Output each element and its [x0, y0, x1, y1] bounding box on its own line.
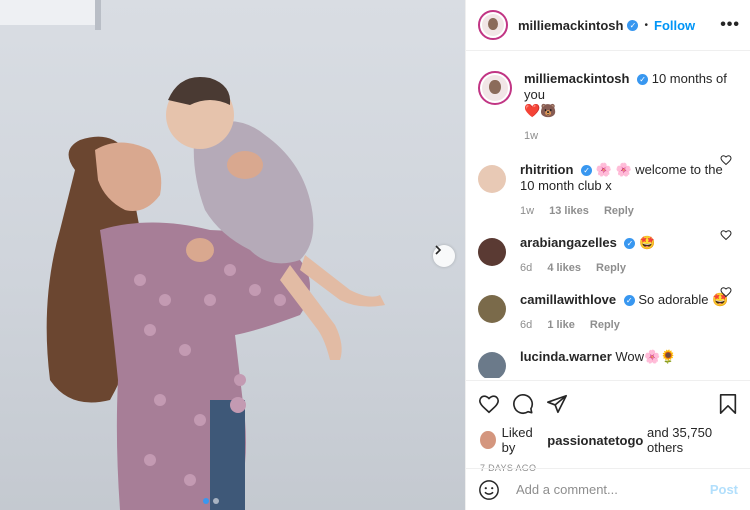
like-heart-icon[interactable] [478, 393, 500, 415]
comment-text: Wow🌸🌻 [615, 349, 677, 364]
comment-icon[interactable] [512, 393, 534, 415]
comment-username[interactable]: rhitrition [520, 162, 573, 177]
reply-button[interactable]: Reply [590, 319, 620, 331]
reply-button[interactable]: Reply [596, 262, 626, 274]
verified-badge-icon: ✓ [581, 165, 593, 177]
follow-button[interactable]: Follow [654, 18, 695, 33]
heart-icon[interactable] [720, 229, 732, 241]
verified-badge-icon: ✓ [637, 74, 649, 86]
avatar[interactable] [478, 10, 508, 40]
verified-badge-icon: ✓ [627, 19, 639, 31]
avatar[interactable] [480, 431, 496, 449]
avatar[interactable] [478, 295, 506, 323]
carousel-dot [213, 498, 219, 504]
next-photo-button[interactable] [433, 245, 455, 267]
comment-time: 6d [520, 319, 533, 331]
comment-item: camillawithlove ✓ So adorable 🤩 6d 1 lik… [466, 276, 750, 333]
caption-emoji: ❤️🐻 [524, 103, 557, 118]
comment-item: arabiangazelles ✓ 🤩 6d 4 likes Reply [466, 219, 750, 276]
photo-illustration [0, 0, 385, 510]
comments-list[interactable]: milliemackintosh ✓ 10 months of you ❤️🐻 … [466, 51, 750, 378]
reply-button[interactable]: Reply [604, 205, 634, 217]
caption-username[interactable]: milliemackintosh [524, 71, 629, 86]
likes-summary: Liked by passionatetogo and 35,750 other… [466, 417, 750, 455]
comment-time: 6d [520, 262, 533, 274]
comment-item: rhitrition ✓ 🌸 🌸 welcome to the 10 month… [466, 144, 750, 219]
avatar[interactable] [478, 71, 512, 105]
likes-user[interactable]: passionatetogo [547, 433, 643, 448]
likes-suffix[interactable]: and 35,750 others [647, 425, 738, 455]
header-username[interactable]: milliemackintosh [518, 18, 623, 33]
carousel-indicator [203, 498, 219, 504]
comment-text: 🤩 [639, 235, 656, 250]
post-button[interactable]: Post [710, 482, 738, 497]
more-options-icon[interactable]: ••• [720, 16, 740, 34]
post-header: milliemackintosh ✓ • Follow ••• [466, 0, 750, 51]
post-sidebar: milliemackintosh ✓ • Follow ••• milliema… [465, 0, 750, 510]
verified-badge-icon: ✓ [624, 238, 636, 250]
bookmark-icon[interactable] [718, 393, 738, 415]
comment-likes[interactable]: 4 likes [547, 262, 581, 274]
comment-text: So adorable 🤩 [638, 292, 729, 307]
avatar[interactable] [478, 352, 506, 378]
carousel-dot [203, 498, 209, 504]
avatar[interactable] [478, 165, 506, 193]
add-comment-bar: Post [466, 468, 750, 510]
comment-username[interactable]: camillawithlove [520, 292, 616, 307]
likes-prefix: Liked by [501, 425, 533, 455]
comment-likes[interactable]: 13 likes [549, 205, 589, 217]
heart-icon[interactable] [720, 286, 732, 298]
post-actions: Liked by passionatetogo and 35,750 other… [466, 380, 750, 473]
caption: milliemackintosh ✓ 10 months of you ❤️🐻 … [466, 51, 750, 144]
comment-input[interactable] [514, 481, 710, 498]
comment-item: lucinda.warner Wow🌸🌻 [466, 333, 750, 378]
heart-icon[interactable] [720, 154, 732, 166]
verified-badge-icon: ✓ [623, 295, 635, 307]
post-photo [0, 0, 465, 510]
caption-time: 1w [524, 130, 539, 142]
comment-username[interactable]: arabiangazelles [520, 235, 617, 250]
chevron-right-icon [435, 245, 442, 255]
comment-username[interactable]: lucinda.warner [520, 349, 612, 364]
comment-time: 1w [520, 205, 535, 217]
avatar[interactable] [478, 238, 506, 266]
emoji-icon[interactable] [478, 479, 500, 501]
share-icon[interactable] [546, 393, 568, 415]
comment-likes[interactable]: 1 like [547, 319, 575, 331]
